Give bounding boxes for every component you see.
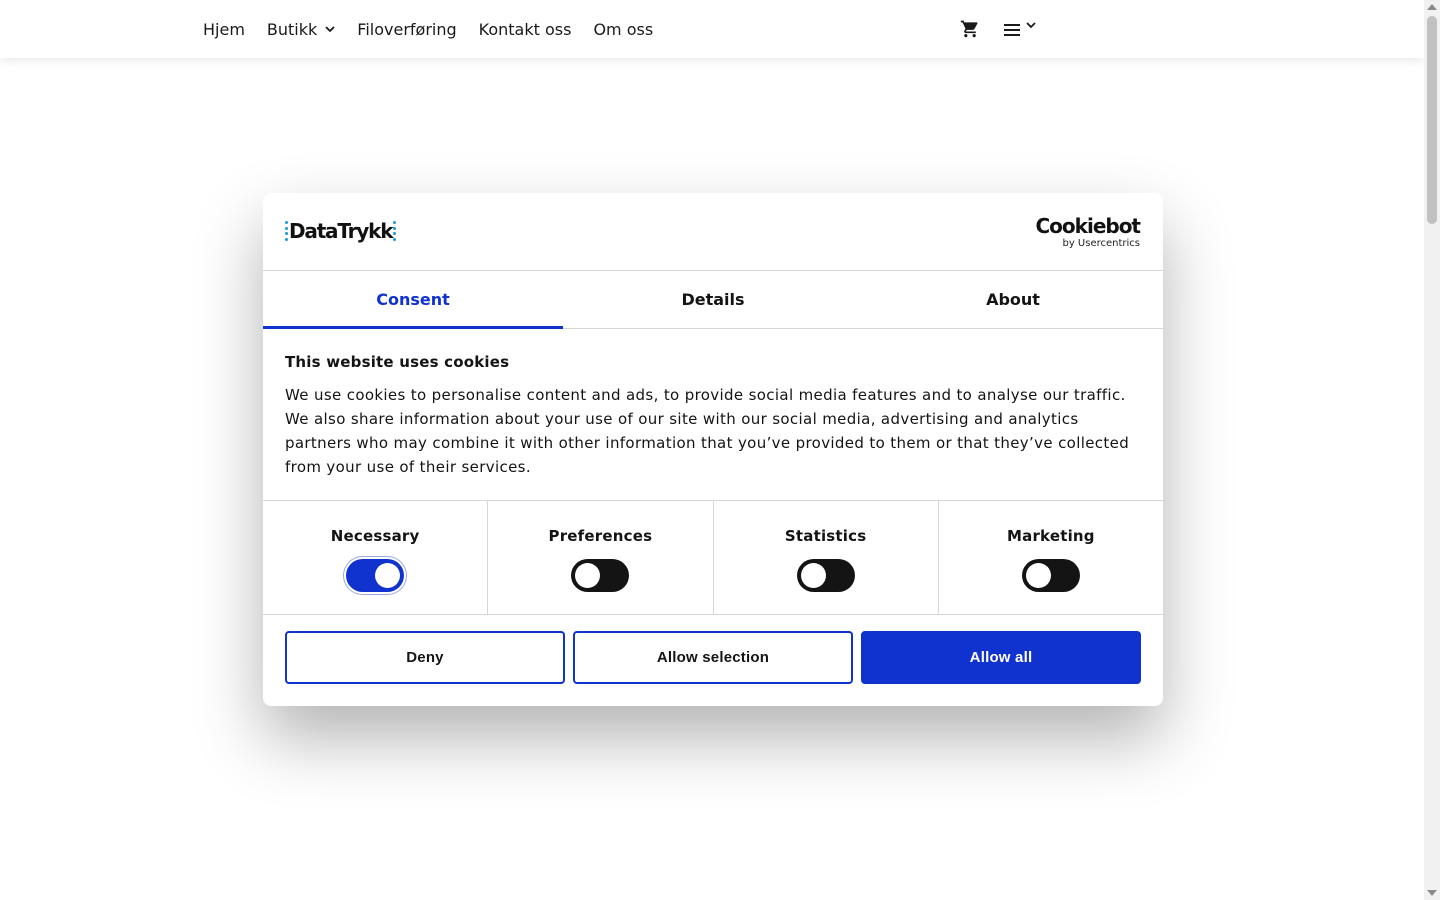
main-nav: Hjem Butikk Filoverføring Kontakt oss Om…: [203, 0, 675, 58]
category-label: Statistics: [784, 527, 867, 545]
dialog-header: DataTrykk Cookiebot by Usercentrics: [263, 193, 1163, 271]
provider-byline: by Usercentrics: [1062, 238, 1140, 249]
preferences-toggle[interactable]: [571, 559, 630, 592]
consent-body: This website uses cookies We use cookies…: [263, 329, 1163, 501]
category-preferences: Preferences: [488, 501, 714, 614]
nav-item-kontakt-oss[interactable]: Kontakt oss: [479, 20, 572, 39]
nav-item-label: Kontakt oss: [478, 19, 572, 39]
cookiebot-logo[interactable]: Cookiebot by Usercentrics: [1036, 215, 1141, 250]
scrollbar-thumb[interactable]: [1427, 16, 1437, 224]
nav-item-hjem[interactable]: Hjem: [203, 20, 245, 39]
necessary-toggle[interactable]: [346, 559, 405, 592]
cart-icon[interactable]: [960, 19, 980, 39]
toggle-knob: [375, 563, 401, 588]
nav-item-label: Butikk: [266, 19, 318, 39]
category-label: Preferences: [548, 527, 653, 545]
nav-item-om-oss[interactable]: Om oss: [593, 20, 653, 39]
toggle-knob: [1025, 563, 1051, 588]
category-label: Marketing: [1007, 527, 1095, 545]
hamburger-menu-button[interactable]: [1004, 20, 1044, 40]
page-scrollbar[interactable]: [1424, 0, 1440, 900]
allow-selection-button[interactable]: Allow selection: [573, 631, 853, 684]
dialog-actions: Deny Allow selection Allow all: [263, 615, 1163, 700]
tab-about[interactable]: About: [863, 271, 1163, 328]
category-label: Necessary: [330, 527, 420, 545]
nav-item-label: Filoverføring: [357, 19, 457, 39]
scroll-up-arrow-icon[interactable]: [1427, 4, 1437, 10]
logo-dots-icon: [285, 221, 288, 241]
nav-item-label: Hjem: [203, 19, 245, 39]
category-marketing: Marketing: [939, 501, 1163, 614]
nav-item-filoverforing[interactable]: Filoverføring: [357, 20, 456, 39]
scroll-down-arrow-icon[interactable]: [1427, 890, 1437, 896]
tab-consent[interactable]: Consent: [263, 271, 563, 329]
datatrykk-logo: DataTrykk: [285, 219, 397, 243]
tab-details[interactable]: Details: [563, 271, 863, 328]
brand-name: DataTrykk: [289, 219, 394, 243]
statistics-toggle[interactable]: [796, 559, 855, 592]
category-statistics: Statistics: [714, 501, 939, 614]
marketing-toggle[interactable]: [1021, 559, 1080, 592]
cookie-category-switches: Necessary Preferences Statistics Marketi…: [263, 501, 1163, 615]
allow-all-button[interactable]: Allow all: [861, 631, 1141, 684]
toggle-knob: [800, 563, 826, 588]
consent-heading: This website uses cookies: [285, 353, 510, 371]
category-necessary: Necessary: [263, 501, 489, 614]
hamburger-menu-icon: [1004, 24, 1020, 36]
nav-item-butikk[interactable]: Butikk: [267, 20, 335, 39]
dialog-tabs: Consent Details About: [263, 271, 1163, 329]
top-navigation-bar: Hjem Butikk Filoverføring Kontakt oss Om…: [0, 0, 1424, 58]
consent-text: We use cookies to personalise content an…: [285, 386, 1130, 476]
deny-button[interactable]: Deny: [285, 631, 565, 684]
nav-item-label: Om oss: [593, 19, 654, 39]
toggle-knob: [575, 563, 601, 588]
chevron-down-icon: [1026, 21, 1036, 28]
logo-dots-icon: [393, 221, 397, 241]
chevron-down-icon: [325, 24, 335, 34]
cookie-consent-dialog: DataTrykk Cookiebot by Usercentrics Cons…: [263, 193, 1163, 706]
provider-name: Cookiebot: [1035, 214, 1141, 238]
